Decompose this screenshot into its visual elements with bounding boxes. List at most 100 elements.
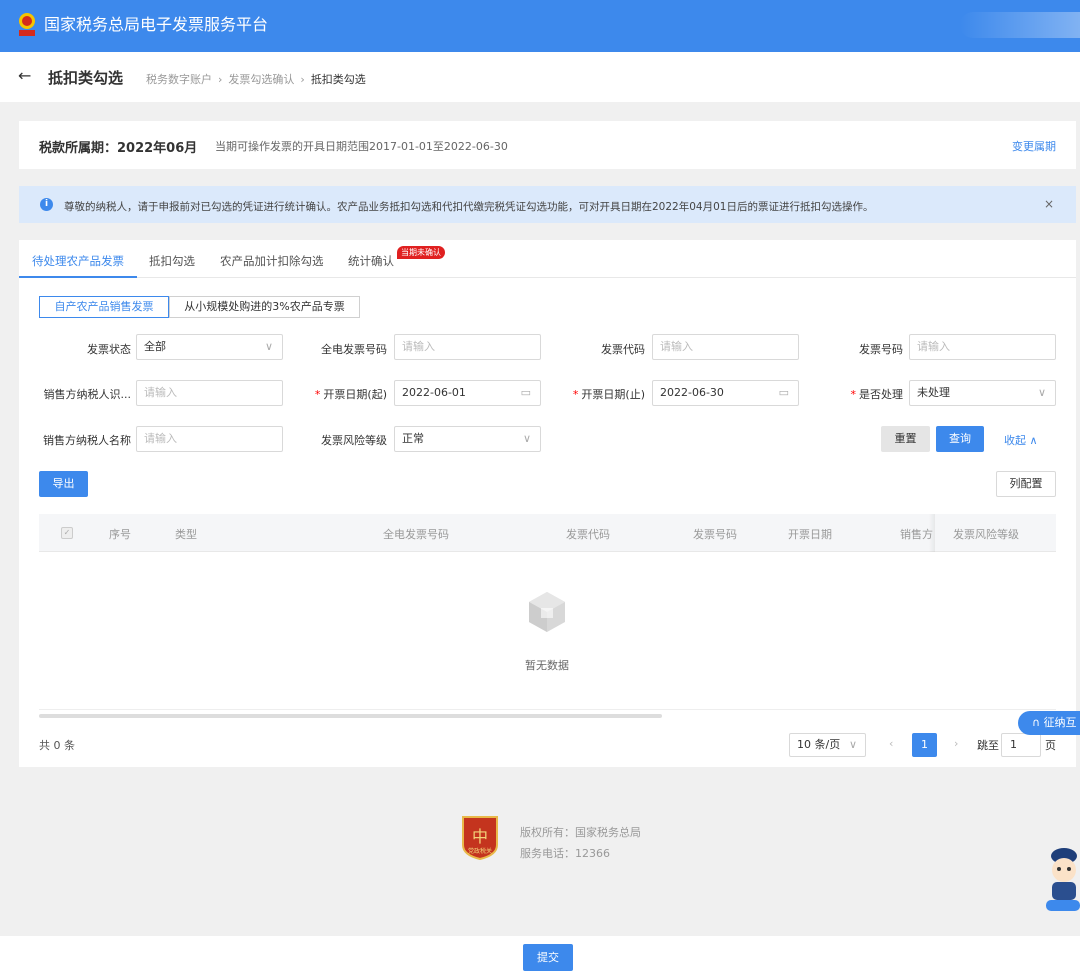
seller-tax-id-label: 销售方纳税人识... bbox=[43, 388, 132, 401]
placeholder: 请输入 bbox=[144, 386, 177, 399]
copyright-text: 版权所有：国家税务总局 bbox=[520, 826, 641, 839]
breadcrumb-current: 抵扣类勾选 bbox=[310, 73, 366, 86]
tax-period-range: 当期可操作发票的开具日期范围2017-01-01至2022-06-30 bbox=[215, 140, 508, 153]
jump-label: 跳至 bbox=[977, 739, 999, 752]
info-notice: i 尊敬的纳税人，请于申报前对已勾选的凭证进行统计确认。农产品业务抵扣勾选和代扣… bbox=[19, 186, 1076, 223]
date-end-value: 2022-06-30 bbox=[660, 386, 724, 399]
info-icon: i bbox=[40, 198, 53, 211]
next-page-button[interactable]: › bbox=[954, 737, 958, 750]
chevron-down-icon: ∨ bbox=[522, 432, 531, 445]
tab-deduction-select[interactable]: 抵扣勾选 bbox=[149, 253, 195, 269]
unconfirmed-badge: 当期未确认 bbox=[397, 246, 445, 259]
col-invoice-no: 发票号码 bbox=[693, 528, 737, 541]
date-end-label-text: 开票日期(止) bbox=[581, 388, 645, 401]
calendar-icon: ▭ bbox=[778, 386, 789, 399]
risk-level-select[interactable]: 正常 ∨ bbox=[394, 426, 541, 452]
calendar-icon: ▭ bbox=[520, 386, 531, 399]
top-header: 国家税务总局电子发票服务平台 bbox=[0, 0, 1080, 52]
breadcrumb-separator: › bbox=[218, 73, 223, 86]
total-count: 共 0 条 bbox=[39, 739, 75, 752]
empty-box-icon bbox=[529, 592, 565, 632]
placeholder: 请输入 bbox=[144, 432, 177, 445]
taxpayer-helper-button[interactable]: ∩ 征纳互 bbox=[1018, 711, 1080, 735]
logo-caption: 党政税关 bbox=[468, 847, 492, 855]
breadcrumb-item[interactable]: 税务数字账户 bbox=[146, 73, 212, 86]
date-end-label: * 开票日期(止) bbox=[572, 388, 645, 401]
service-phone: 服务电话：12366 bbox=[520, 847, 610, 860]
active-tab-indicator bbox=[19, 276, 137, 278]
reset-button[interactable]: 重置 bbox=[881, 426, 930, 452]
page-1-button[interactable]: 1 bbox=[912, 733, 937, 757]
chevron-down-icon: ∨ bbox=[1037, 386, 1046, 399]
seller-name-label: 销售方纳税人名称 bbox=[43, 434, 131, 447]
tax-emblem-icon bbox=[19, 13, 35, 36]
tab-pending-agri-invoices[interactable]: 待处理农产品发票 bbox=[32, 253, 124, 269]
invoice-code-input[interactable]: 请输入 bbox=[652, 334, 799, 360]
footer-info: 版权所有：国家税务总局 服务电话：12366 bbox=[520, 822, 641, 864]
empty-state-text: 暂无数据 bbox=[525, 659, 569, 672]
horizontal-scrollbar[interactable] bbox=[39, 714, 662, 718]
processed-select[interactable]: 未处理 ∨ bbox=[909, 380, 1056, 406]
date-start-picker[interactable]: 2022-06-01 ▭ bbox=[394, 380, 541, 406]
jump-page-input[interactable]: 1 bbox=[1001, 733, 1041, 757]
date-start-label: * 开票日期(起) bbox=[314, 388, 387, 401]
date-start-label-text: 开票日期(起) bbox=[323, 388, 387, 401]
placeholder: 请输入 bbox=[402, 340, 435, 353]
select-all-checkbox[interactable]: ✓ bbox=[61, 527, 73, 539]
helper-label: 征纳互 bbox=[1043, 716, 1077, 729]
invoice-no-label: 发票号码 bbox=[859, 343, 903, 356]
svg-text:中: 中 bbox=[472, 827, 488, 846]
chevron-down-icon: ∨ bbox=[264, 340, 273, 353]
change-period-link[interactable]: 变更属期 bbox=[1012, 138, 1056, 154]
full-invoice-no-input[interactable]: 请输入 bbox=[394, 334, 541, 360]
column-config-button[interactable]: 列配置 bbox=[996, 471, 1056, 497]
breadcrumb: 税务数字账户 › 发票勾选确认 › 抵扣类勾选 bbox=[146, 71, 366, 87]
submit-button[interactable]: 提交 bbox=[523, 944, 573, 971]
query-button[interactable]: 查询 bbox=[936, 426, 984, 452]
tab-statistics-confirm[interactable]: 统计确认 bbox=[348, 253, 394, 269]
placeholder: 请输入 bbox=[660, 340, 693, 353]
fixed-column-shadow bbox=[929, 514, 935, 552]
date-end-picker[interactable]: 2022-06-30 ▭ bbox=[652, 380, 799, 406]
chevron-down-icon: ∨ bbox=[848, 738, 857, 751]
headset-icon: ∩ bbox=[1032, 716, 1041, 729]
collapse-toggle[interactable]: 收起 ∧ bbox=[1004, 432, 1038, 448]
segment-small-scale-3pct[interactable]: 从小规模处购进的3%农产品专票 bbox=[169, 296, 360, 318]
tax-badge-logo: 中 党政税关 bbox=[462, 816, 498, 861]
invoice-status-value: 全部 bbox=[144, 340, 166, 353]
invoice-status-label: 发票状态 bbox=[87, 343, 131, 356]
table-divider bbox=[39, 709, 1056, 710]
col-type: 类型 bbox=[175, 528, 197, 541]
col-issue-date: 开票日期 bbox=[788, 528, 832, 541]
export-button[interactable]: 导出 bbox=[39, 471, 88, 497]
col-index: 序号 bbox=[109, 528, 131, 541]
close-icon[interactable]: × bbox=[1044, 197, 1054, 211]
page-title: 抵扣类勾选 bbox=[48, 69, 124, 87]
page-unit-label: 页 bbox=[1045, 739, 1056, 752]
full-invoice-no-label: 全电发票号码 bbox=[321, 343, 387, 356]
page-size-value: 10 条/页 bbox=[797, 738, 841, 751]
segment-self-produced[interactable]: 自产农产品销售发票 bbox=[39, 296, 169, 318]
user-account-area[interactable] bbox=[960, 12, 1080, 38]
date-start-value: 2022-06-01 bbox=[402, 386, 466, 399]
prev-page-button[interactable]: ‹ bbox=[889, 737, 893, 750]
seller-tax-id-input[interactable]: 请输入 bbox=[136, 380, 283, 406]
col-invoice-code: 发票代码 bbox=[566, 528, 610, 541]
site-title: 国家税务总局电子发票服务平台 bbox=[44, 15, 269, 34]
invoice-status-select[interactable]: 全部 ∨ bbox=[136, 334, 283, 360]
notice-text: 尊敬的纳税人，请于申报前对已勾选的凭证进行统计确认。农产品业务抵扣勾选和代扣代缴… bbox=[64, 201, 874, 213]
tab-agri-extra-deduction[interactable]: 农产品加计扣除勾选 bbox=[220, 253, 324, 269]
back-arrow-icon[interactable]: ← bbox=[18, 66, 31, 85]
breadcrumb-item[interactable]: 发票勾选确认 bbox=[228, 73, 294, 86]
tax-period-label: 税款所属期：2022年06月 bbox=[39, 141, 198, 156]
assistant-mascot-icon[interactable] bbox=[1044, 844, 1080, 912]
page-size-select[interactable]: 10 条/页 ∨ bbox=[789, 733, 866, 757]
tax-period-card: 税款所属期：2022年06月 当期可操作发票的开具日期范围2017-01-01至… bbox=[19, 121, 1076, 169]
risk-level-value: 正常 bbox=[402, 432, 424, 445]
page-header: ← 抵扣类勾选 税务数字账户 › 发票勾选确认 › 抵扣类勾选 bbox=[0, 52, 1080, 102]
seller-name-input[interactable]: 请输入 bbox=[136, 426, 283, 452]
processed-value: 未处理 bbox=[917, 386, 950, 399]
main-panel: 待处理农产品发票 抵扣勾选 农产品加计扣除勾选 统计确认 当期未确认 自产农产品… bbox=[19, 240, 1076, 767]
invoice-no-input[interactable]: 请输入 bbox=[909, 334, 1056, 360]
processed-label: * 是否处理 bbox=[850, 388, 904, 401]
